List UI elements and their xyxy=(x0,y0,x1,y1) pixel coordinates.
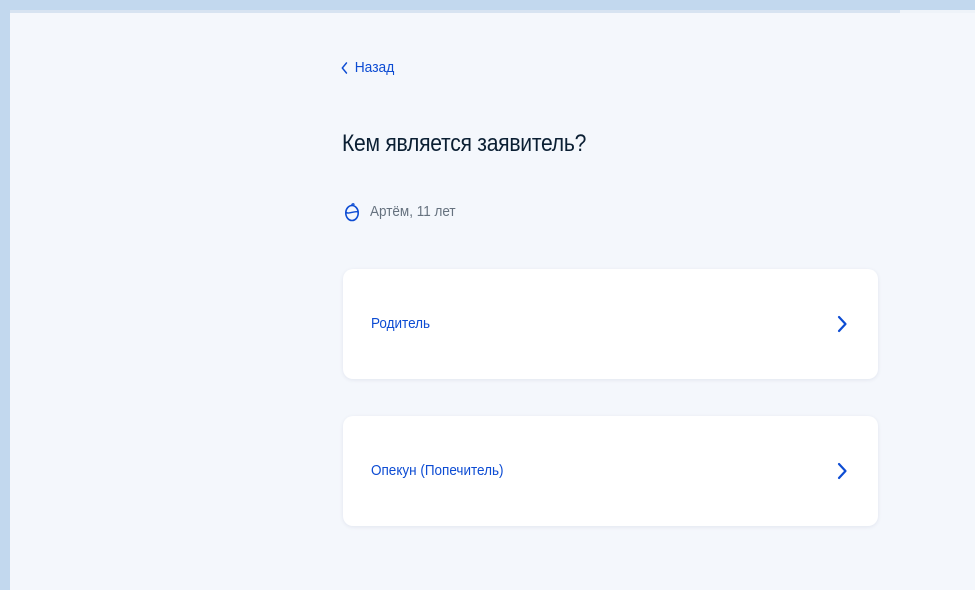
option-label: Опекун (Попечитель) xyxy=(371,462,504,479)
option-label: Родитель xyxy=(371,315,431,332)
option-guardian[interactable]: Опекун (Попечитель) xyxy=(343,416,878,526)
chevron-left-icon xyxy=(341,62,348,74)
back-label: Назад xyxy=(354,59,395,76)
top-corner xyxy=(900,10,975,13)
back-link[interactable]: Назад xyxy=(340,58,394,78)
top-strip xyxy=(10,10,900,13)
child-avatar-icon xyxy=(345,203,359,222)
option-parent[interactable]: Родитель xyxy=(343,269,878,379)
child-name-age: Артём, 11 лет xyxy=(370,203,456,220)
chevron-right-icon xyxy=(837,315,847,333)
chevron-right-icon xyxy=(837,462,847,480)
page-title: Кем является заявитель? xyxy=(342,130,587,157)
page: Назад Кем является заявитель? Артём, 11 … xyxy=(10,10,975,590)
child-info: Артём, 11 лет xyxy=(344,202,465,222)
